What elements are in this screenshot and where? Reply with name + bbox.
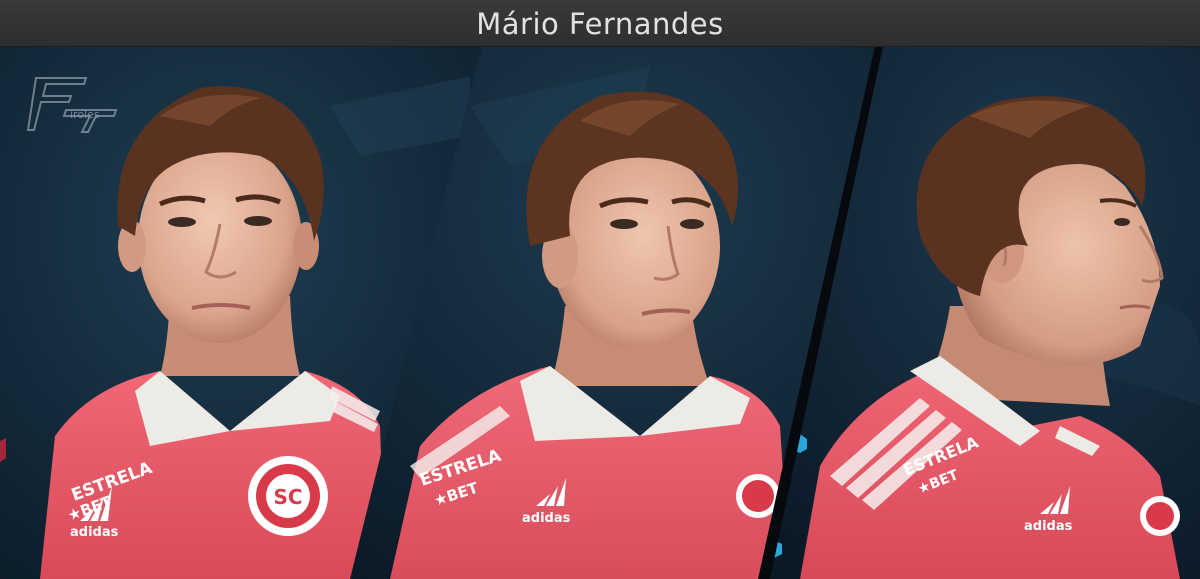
title-bar: Mário Fernandes <box>0 0 1200 47</box>
watermark-text: iroles <box>70 108 100 121</box>
brand-text: adidas <box>1024 519 1073 534</box>
page-title: Mário Fernandes <box>476 7 724 41</box>
face-panels: SC ESTRELA ★BET adidas ESTRELA ★BET adid… <box>0 46 1200 579</box>
svg-text:SC: SC <box>273 485 302 509</box>
screenshot-page: Mário Fernandes SC ESTRELA ★BET adidas E… <box>0 0 1200 579</box>
brand-text: adidas <box>70 525 119 540</box>
watermark-logo-icon <box>26 77 118 133</box>
brand-text: adidas <box>522 511 571 526</box>
